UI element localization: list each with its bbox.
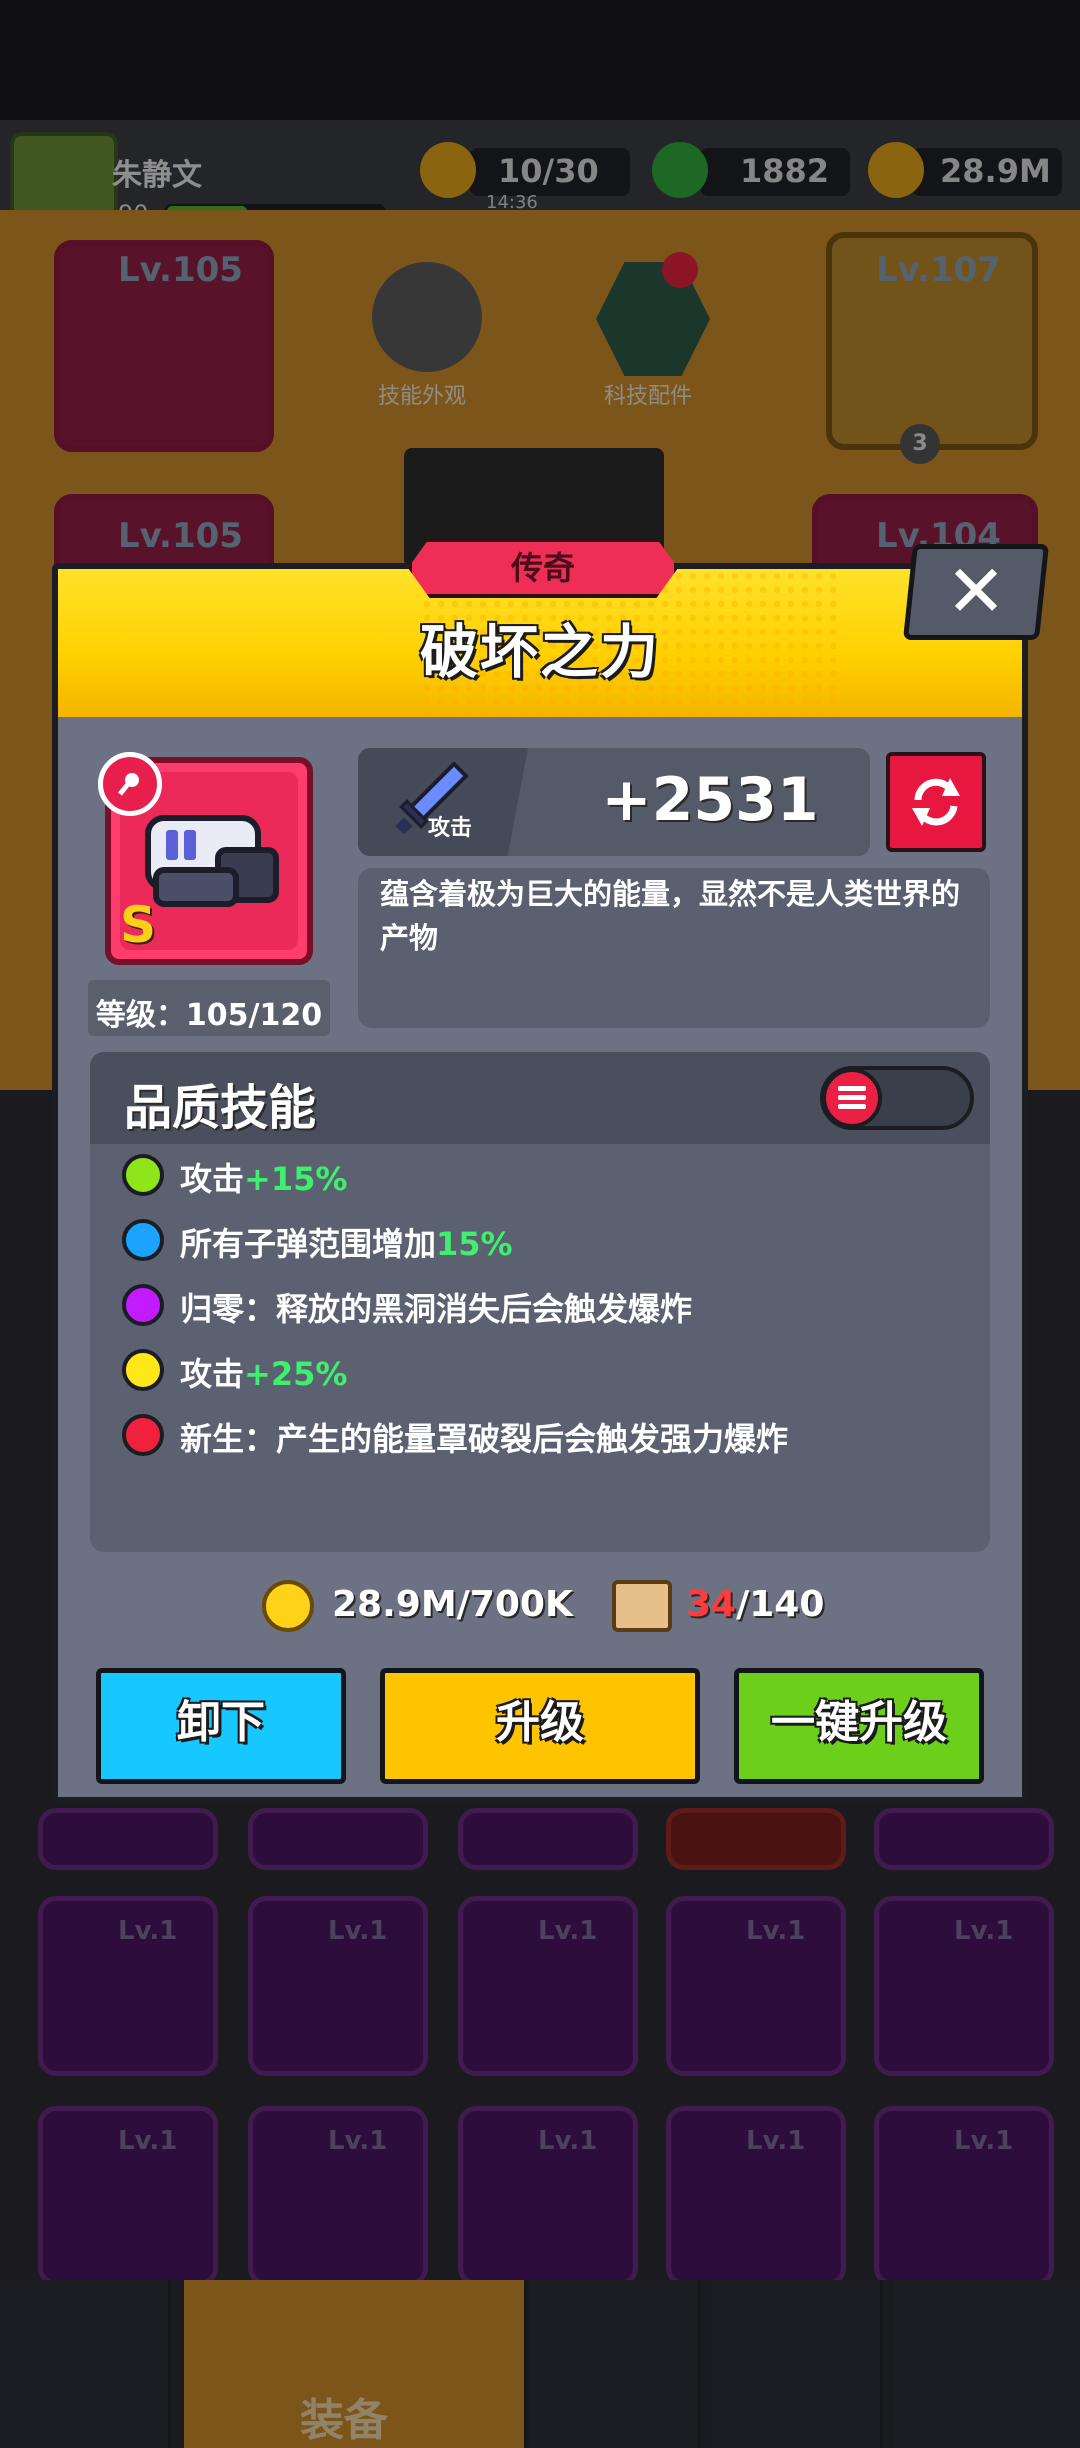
refresh-icon[interactable] bbox=[900, 766, 972, 838]
skill-color-dot bbox=[122, 1349, 164, 1391]
item-description: 蕴含着极为巨大的能量，显然不是人类世界的产物 bbox=[380, 877, 961, 955]
skill-color-dot bbox=[122, 1414, 164, 1456]
gold-cost: 28.9M/700K bbox=[332, 1584, 573, 1625]
skill-text: 新生：产生的能量罩破裂后会触发强力爆炸 bbox=[180, 1420, 789, 1458]
scroll-need: /140 bbox=[736, 1584, 825, 1625]
arm-cannon-icon bbox=[145, 815, 279, 907]
skill-color-dot bbox=[122, 1219, 164, 1261]
skill-text: 归零：释放的黑洞消失后会触发爆炸 bbox=[180, 1290, 693, 1328]
close-icon[interactable]: ✕ bbox=[908, 548, 1044, 634]
upgrade-all-label: 一键升级 bbox=[771, 1697, 947, 1748]
coin-icon bbox=[262, 1580, 314, 1632]
list-icon bbox=[838, 1086, 866, 1109]
scroll-icon bbox=[612, 1580, 672, 1632]
stat-label: 攻击 bbox=[428, 816, 473, 841]
scroll-have: 34 bbox=[686, 1584, 737, 1625]
item-title: 破坏之力 bbox=[419, 618, 660, 686]
skill-highlight: 15% bbox=[436, 1225, 513, 1263]
rarity-label: 传奇 bbox=[510, 549, 575, 587]
item-level-text: 等级：105/120 bbox=[95, 998, 323, 1033]
quality-skills-title: 品质技能 bbox=[124, 1080, 317, 1136]
skill-text: 攻击 bbox=[180, 1160, 245, 1198]
skill-color-dot bbox=[122, 1284, 164, 1326]
skill-color-dot bbox=[122, 1154, 164, 1196]
pin-icon bbox=[118, 773, 139, 796]
item-grade-badge: S bbox=[120, 896, 157, 954]
skill-text: 所有子弹范围增加 bbox=[180, 1225, 437, 1263]
skill-highlight: +15% bbox=[244, 1160, 348, 1198]
skill-highlight: +25% bbox=[244, 1355, 348, 1393]
stat-value: +2531 bbox=[601, 765, 819, 835]
unequip-label: 卸下 bbox=[177, 1697, 265, 1748]
skill-text: 攻击 bbox=[180, 1355, 245, 1393]
upgrade-label: 升级 bbox=[496, 1697, 584, 1748]
